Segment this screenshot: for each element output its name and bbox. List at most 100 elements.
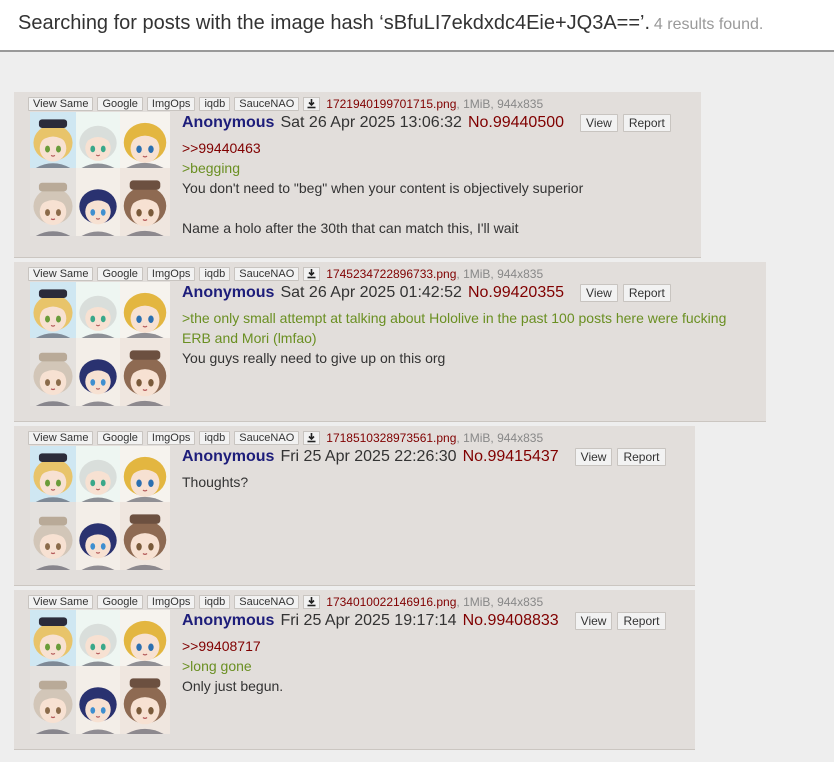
imgops-button[interactable]: ImgOps [146,430,196,445]
post-date: Fri 25 Apr 2025 22:26:30 [280,448,457,465]
view-same-button[interactable]: View Same [28,594,94,609]
body-line: Thoughts? [182,474,249,490]
saucenao-button[interactable]: SauceNAO [234,266,300,281]
view-same-button[interactable]: View Same [28,266,94,281]
greentext-line: ERB and Mori (lmfao) [182,330,317,346]
post: View Same Google ImgOps iqdb SauceNAO 17… [14,262,766,422]
report-button[interactable]: Report [617,612,666,630]
thumbnail-portrait [76,338,120,406]
thumbnail-portrait [120,502,170,570]
thumbnail-portrait [120,168,170,236]
saucenao-button[interactable]: SauceNAO [234,430,300,445]
report-button[interactable]: Report [622,114,671,132]
thumbnail-portrait [30,282,76,338]
post: View Same Google ImgOps iqdb SauceNAO 17… [14,590,695,750]
quote-link[interactable]: >>99408717 [182,636,283,656]
post-date: Fri 25 Apr 2025 19:17:14 [280,612,457,629]
imgops-button[interactable]: ImgOps [146,266,196,281]
file-info: , 1MiB, 944x835 [456,266,544,281]
thumbnail-image[interactable] [30,446,170,570]
search-header: Searching for posts with the image hash … [0,0,834,52]
thumbnail-portrait [76,502,120,570]
google-button[interactable]: Google [97,594,143,609]
thumbnail-portrait [120,666,170,734]
post-header: Anonymous Fri 25 Apr 2025 22:26:30 No.99… [182,448,671,466]
iqdb-button[interactable]: iqdb [199,430,231,445]
post-body: >>99408717 >long gone Only just begun. [182,636,283,696]
google-button[interactable]: Google [97,96,143,111]
google-button[interactable]: Google [97,430,143,445]
thumbnail-portrait [120,282,170,338]
view-button[interactable]: View [574,448,613,466]
iqdb-button[interactable]: iqdb [199,594,231,609]
body-line: Name a holo after the 30th that can matc… [182,220,519,236]
file-meta: View Same Google ImgOps iqdb SauceNAO 17… [28,266,543,281]
file-info: , 1MiB, 944x835 [456,96,544,111]
post-number[interactable]: No.99415437 [463,448,559,466]
post-number[interactable]: No.99420355 [468,284,564,302]
quote-link[interactable]: >>99440463 [182,138,583,158]
poster-name: Anonymous [182,114,275,131]
imgops-button[interactable]: ImgOps [146,594,196,609]
thumbnail-portrait [76,282,120,338]
thumbnail-portrait [30,502,76,570]
file-link[interactable]: 1745234722896733.png [326,267,456,281]
body-line: You guys really need to give up on this … [182,350,446,366]
thumbnail-image[interactable] [30,610,170,734]
file-info: , 1MiB, 944x835 [456,430,544,445]
thumbnail-image[interactable] [30,112,170,236]
search-title: Searching for posts with the image hash … [18,12,651,34]
thumbnail-portrait [30,338,76,406]
poster-name: Anonymous [182,612,275,629]
file-link[interactable]: 1721940199701715.png [326,97,456,111]
thumbnail-portrait [76,168,120,236]
post: View Same Google ImgOps iqdb SauceNAO 17… [14,92,701,258]
post: View Same Google ImgOps iqdb SauceNAO 17… [14,426,695,586]
download-icon[interactable] [303,430,321,445]
view-button[interactable]: View [580,114,618,132]
view-same-button[interactable]: View Same [28,430,94,445]
thumbnail-portrait [30,666,76,734]
file-meta: View Same Google ImgOps iqdb SauceNAO 17… [28,96,543,111]
thumbnail-image[interactable] [30,282,170,406]
poster-name: Anonymous [182,284,275,301]
thumbnail-portrait [120,446,170,502]
report-button[interactable]: Report [622,284,671,302]
post-header: Anonymous Sat 26 Apr 2025 13:06:32 No.99… [182,114,676,132]
saucenao-button[interactable]: SauceNAO [234,96,300,111]
iqdb-button[interactable]: iqdb [199,96,231,111]
post-date: Sat 26 Apr 2025 13:06:32 [280,114,462,131]
greentext-line: >the only small attempt at talking about… [182,310,727,326]
greentext-line: >long gone [182,658,252,674]
body-line [182,198,583,218]
thumbnail-portrait [76,112,120,168]
file-meta: View Same Google ImgOps iqdb SauceNAO 17… [28,430,543,445]
google-button[interactable]: Google [97,266,143,281]
thumbnail-portrait [120,610,170,666]
post-number[interactable]: No.99440500 [468,114,564,132]
body-line: You don't need to "beg" when your conten… [182,180,584,196]
thumbnail-portrait [76,446,120,502]
download-icon[interactable] [303,594,321,609]
post-body: Thoughts? [182,472,248,492]
thumbnail-portrait [30,112,76,168]
iqdb-button[interactable]: iqdb [199,266,231,281]
post-body: >the only small attempt at talking about… [182,308,726,368]
view-button[interactable]: View [574,612,613,630]
view-same-button[interactable]: View Same [28,96,94,111]
view-button[interactable]: View [580,284,618,302]
thumbnail-portrait [120,112,170,168]
download-icon[interactable] [303,266,321,281]
file-link[interactable]: 1718510328973561.png [326,431,456,445]
download-icon[interactable] [303,96,321,111]
file-link[interactable]: 1734010022146916.png [326,595,456,609]
report-button[interactable]: Report [617,448,666,466]
thumbnail-portrait [30,168,76,236]
greentext-line: >begging [182,160,241,176]
post-body: >>99440463 >begging You don't need to "beg… [182,138,583,238]
post-number[interactable]: No.99408833 [463,612,559,630]
thumbnail-portrait [120,338,170,406]
saucenao-button[interactable]: SauceNAO [234,594,300,609]
post-header: Anonymous Sat 26 Apr 2025 01:42:52 No.99… [182,284,676,302]
imgops-button[interactable]: ImgOps [146,96,196,111]
